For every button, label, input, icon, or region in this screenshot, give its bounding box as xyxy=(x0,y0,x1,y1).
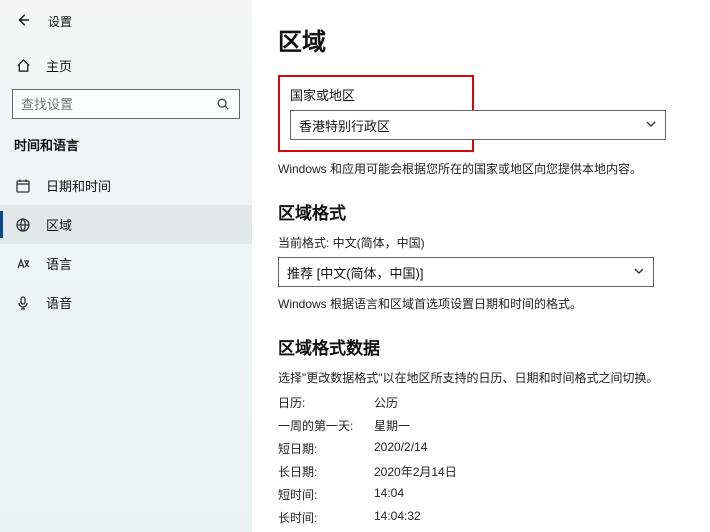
search-box[interactable] xyxy=(12,89,240,119)
window-title: 设置 xyxy=(48,13,72,30)
kv-key: 长日期: xyxy=(278,463,374,480)
data-heading: 区域格式数据 xyxy=(278,334,692,359)
kv-key: 日历: xyxy=(278,394,374,411)
home-icon xyxy=(14,58,32,73)
back-button[interactable] xyxy=(12,10,34,32)
country-value: 香港特别行政区 xyxy=(299,116,390,135)
kv-val: 星期一 xyxy=(374,417,692,434)
clock-icon xyxy=(14,178,32,194)
sidebar-item-datetime[interactable]: 日期和时间 xyxy=(0,166,252,205)
page-title: 区域 xyxy=(278,22,692,57)
search-icon xyxy=(213,90,233,118)
sidebar-nav: 日期和时间 区域 语言 语音 xyxy=(0,166,252,322)
mic-icon xyxy=(14,295,32,311)
kv-key: 长时间: xyxy=(278,509,374,526)
kv-val: 14:04:32 xyxy=(374,509,692,526)
chevron-down-icon xyxy=(633,265,645,280)
country-hint: Windows 和应用可能会根据您所在的国家或地区向您提供本地内容。 xyxy=(278,160,692,177)
current-format-label: 当前格式: 中文(简体，中国) xyxy=(278,234,692,251)
kv-key: 一周的第一天: xyxy=(278,417,374,434)
sidebar-section-title: 时间和语言 xyxy=(0,131,252,164)
format-data-table: 日历: 公历 一周的第一天: 星期一 短日期: 2020/2/14 长日期: 2… xyxy=(278,394,692,526)
chevron-down-icon xyxy=(645,118,657,133)
country-dropdown[interactable]: 香港特别行政区 xyxy=(290,110,666,140)
sidebar-item-label: 语音 xyxy=(46,293,72,312)
content-pane: 区域 国家或地区 香港特别行政区 Windows 和应用可能会根据您所在的国家或… xyxy=(252,0,710,532)
globe-icon xyxy=(14,217,32,233)
sidebar-header: 设置 xyxy=(0,6,252,40)
sidebar-item-label: 区域 xyxy=(46,215,72,234)
format-dropdown[interactable]: 推荐 [中文(简体，中国)] xyxy=(278,257,654,287)
format-heading: 区域格式 xyxy=(278,199,692,224)
kv-key: 短时间: xyxy=(278,486,374,503)
sidebar-item-label: 日期和时间 xyxy=(46,176,111,195)
kv-key: 短日期: xyxy=(278,440,374,457)
sidebar-item-speech[interactable]: 语音 xyxy=(0,283,252,322)
kv-val: 14:04 xyxy=(374,486,692,503)
data-desc: 选择"更改数据格式"以在地区所支持的日历、日期和时间格式之间切换。 xyxy=(278,369,692,386)
home-label: 主页 xyxy=(46,56,72,75)
country-label: 国家或地区 xyxy=(290,85,462,104)
country-dropdown-wrap: 香港特别行政区 xyxy=(290,110,462,140)
sidebar-item-label: 语言 xyxy=(46,254,72,273)
format-value: 推荐 [中文(简体，中国)] xyxy=(287,263,424,282)
lang-icon xyxy=(14,256,32,272)
search-input[interactable] xyxy=(13,90,239,118)
kv-val: 2020年2月14日 xyxy=(374,463,692,480)
arrow-left-icon xyxy=(16,13,30,30)
kv-val: 公历 xyxy=(374,394,692,411)
sidebar-item-language[interactable]: 语言 xyxy=(0,244,252,283)
sidebar-item-region[interactable]: 区域 xyxy=(0,205,252,244)
format-hint: Windows 根据语言和区域首选项设置日期和时间的格式。 xyxy=(278,295,692,312)
settings-window: 设置 主页 时间和语言 日期和时间 xyxy=(0,0,710,532)
highlight-box: 国家或地区 香港特别行政区 xyxy=(278,75,474,152)
sidebar: 设置 主页 时间和语言 日期和时间 xyxy=(0,0,252,532)
home-nav[interactable]: 主页 xyxy=(0,46,252,85)
kv-val: 2020/2/14 xyxy=(374,440,692,457)
